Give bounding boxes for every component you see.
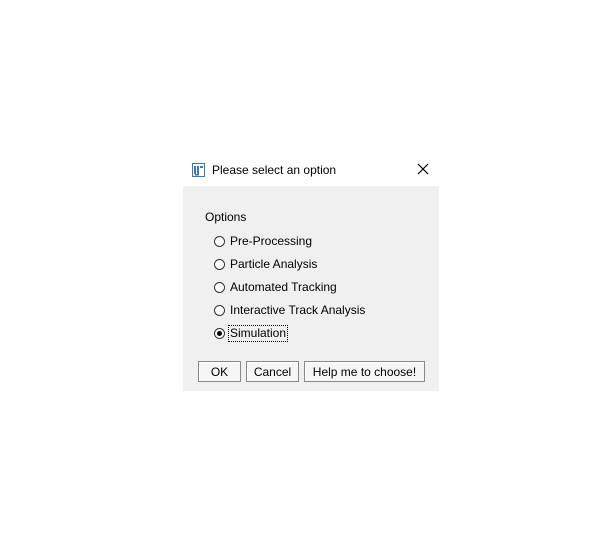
radio-simulation[interactable]: Simulation	[214, 324, 289, 342]
help-button[interactable]: Help me to choose!	[304, 361, 425, 382]
options-group-label: Options	[205, 210, 247, 224]
cancel-button[interactable]: Cancel	[246, 361, 299, 382]
radio-pre-processing[interactable]: Pre-Processing	[214, 232, 313, 250]
radio-button[interactable]	[214, 258, 225, 270]
close-button[interactable]	[407, 155, 439, 186]
radio-button[interactable]	[214, 235, 225, 247]
dialog-content: Options Pre-Processing Particle Analysis…	[183, 186, 439, 391]
radio-particle-analysis[interactable]: Particle Analysis	[214, 255, 318, 273]
close-icon	[417, 162, 429, 180]
option-dialog: Please select an option Options Pre-Proc…	[183, 155, 439, 391]
dialog-titlebar[interactable]: Please select an option	[183, 155, 439, 186]
imagej-icon	[192, 163, 205, 177]
ok-button[interactable]: OK	[198, 361, 241, 382]
radio-automated-tracking[interactable]: Automated Tracking	[214, 278, 338, 296]
radio-label: Interactive Track Analysis	[230, 302, 366, 317]
radio-label: Simulation	[227, 324, 289, 342]
radio-label: Particle Analysis	[230, 256, 318, 271]
radio-button[interactable]	[214, 304, 225, 316]
radio-button-selected[interactable]	[214, 327, 225, 339]
radio-label: Pre-Processing	[230, 233, 313, 248]
radio-interactive-track-analysis[interactable]: Interactive Track Analysis	[214, 301, 366, 319]
dialog-title: Please select an option	[212, 163, 337, 177]
radio-button[interactable]	[214, 281, 225, 293]
radio-label: Automated Tracking	[230, 279, 337, 294]
